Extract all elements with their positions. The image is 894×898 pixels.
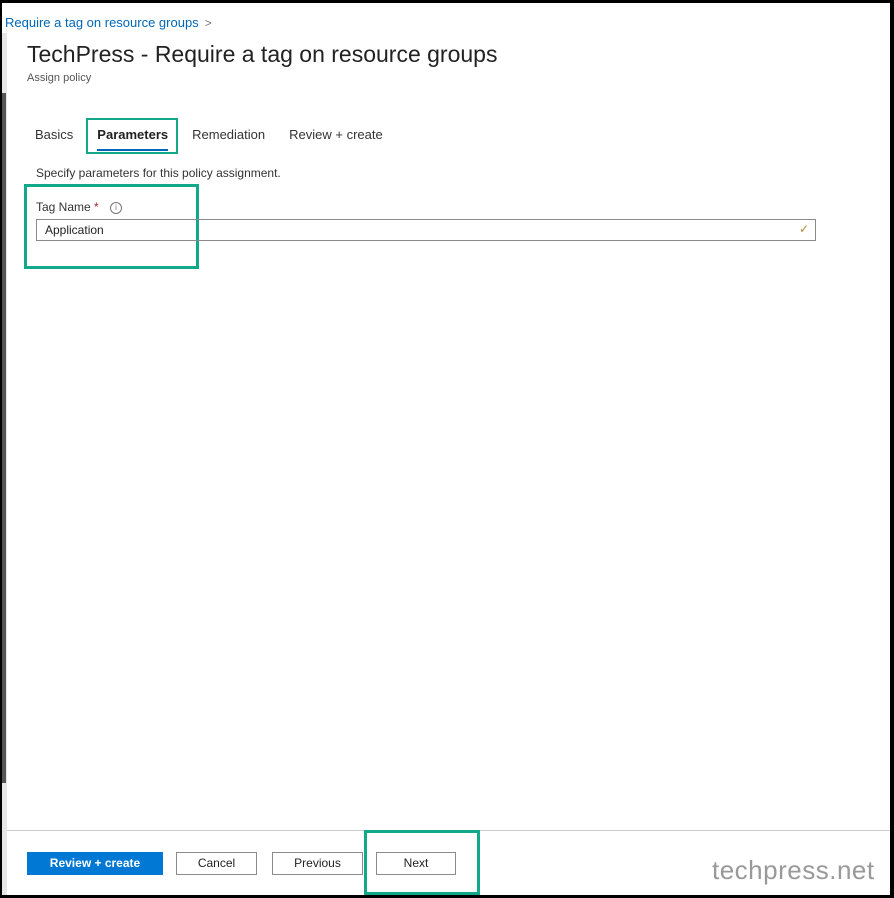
info-icon[interactable]: i: [110, 201, 123, 214]
tag-name-input[interactable]: Application: [36, 219, 816, 241]
page-frame: Require a tag on resource groups > TechPr…: [2, 3, 890, 895]
highlight-box-tab: [86, 118, 178, 154]
page-subtitle: Assign policy: [27, 72, 92, 84]
page-title: TechPress - Require a tag on resource gr…: [27, 41, 498, 67]
scrollbar-thumb[interactable]: [2, 93, 6, 783]
tab-remediation[interactable]: Remediation: [192, 127, 265, 142]
scrollbar[interactable]: [2, 33, 7, 895]
tab-basics[interactable]: Basics: [35, 127, 73, 142]
review-create-button[interactable]: Review + create: [27, 852, 163, 875]
tab-review-create[interactable]: Review + create: [289, 127, 383, 142]
highlight-box-next: [364, 830, 480, 895]
breadcrumb-link[interactable]: Require a tag on resource groups: [5, 15, 199, 30]
checkmark-icon: ✓: [799, 222, 810, 236]
required-marker: *: [94, 200, 99, 214]
tag-name-label-text: Tag Name: [36, 200, 91, 214]
watermark: techpress.net: [712, 855, 875, 885]
breadcrumb[interactable]: Require a tag on resource groups >: [5, 15, 212, 30]
previous-button[interactable]: Previous: [272, 852, 363, 875]
parameters-description: Specify parameters for this policy assig…: [36, 166, 281, 180]
tag-name-label: Tag Name * i: [36, 200, 123, 214]
chevron-right-icon: >: [204, 16, 212, 30]
cancel-button[interactable]: Cancel: [176, 852, 257, 875]
